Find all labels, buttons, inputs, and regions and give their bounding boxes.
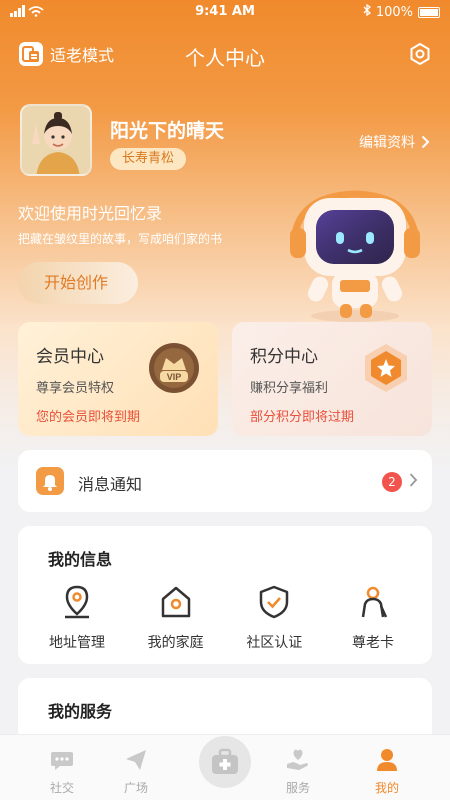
shield-check-icon	[260, 585, 289, 619]
username: 阳光下的晴天	[110, 120, 225, 142]
level-badge: 长寿青松	[110, 148, 187, 170]
my-family-item[interactable]: 我的家庭	[127, 584, 225, 652]
tab-service[interactable]: 服务	[263, 747, 333, 796]
robot-mascot-icon	[290, 190, 420, 322]
address-management-label: 地址管理	[49, 635, 105, 651]
vip-badge-text: VIP	[167, 372, 182, 382]
welcome-subtitle: 把藏在皱纹里的故事，写成咱们家的书	[18, 232, 223, 246]
tab-mine-label: 我的	[374, 781, 399, 795]
tab-square[interactable]: 广场	[101, 747, 171, 796]
tab-mine[interactable]: 我的	[352, 747, 422, 796]
points-hexagon-icon	[365, 344, 407, 392]
bell-icon	[36, 467, 64, 495]
location-pin-icon	[65, 585, 89, 619]
elder-card-item[interactable]: 尊老卡	[324, 584, 422, 652]
my-services-title: 我的服务	[48, 702, 113, 721]
notification-count-badge: 2	[382, 472, 402, 492]
tab-square-label: 广场	[123, 781, 148, 795]
chevron-right-icon	[421, 135, 430, 149]
tab-center-medical[interactable]	[199, 736, 251, 788]
notification-row[interactable]: 消息通知 2	[18, 450, 432, 512]
tab-social-label: 社交	[49, 781, 74, 795]
welcome-title: 欢迎使用时光回忆录	[18, 204, 163, 223]
elder-card-label: 尊老卡	[351, 635, 394, 651]
vip-center-card[interactable]: 会员中心 尊享会员特权 您的会员即将到期 VIP	[18, 322, 218, 436]
status-bar: 9:41 AM 100%	[0, 0, 450, 24]
battery-icon	[418, 6, 440, 18]
edit-profile-link[interactable]: 编辑资料	[359, 132, 430, 152]
tab-service-label: 服务	[285, 781, 310, 795]
community-verify-item[interactable]: 社区认证	[225, 584, 323, 652]
chevron-right-icon	[409, 473, 418, 487]
start-create-button[interactable]: 开始创作	[18, 262, 138, 304]
my-family-label: 我的家庭	[147, 635, 204, 651]
battery-percent: 100%	[375, 4, 413, 20]
home-icon	[161, 586, 190, 618]
points-center-card[interactable]: 积分中心 赚积分享福利 部分积分即将过期	[232, 322, 432, 436]
tab-social[interactable]: 社交	[27, 747, 97, 796]
my-info-title: 我的信息	[48, 550, 113, 569]
person-icon	[377, 749, 397, 771]
vip-badge-icon: VIP	[149, 343, 199, 393]
medical-kit-icon	[212, 748, 238, 774]
address-management-item[interactable]: 地址管理	[28, 584, 126, 652]
notification-label: 消息通知	[78, 475, 143, 494]
community-verify-label: 社区认证	[246, 635, 303, 651]
avatar[interactable]	[20, 104, 92, 176]
elder-card-icon	[361, 586, 388, 618]
top-bar: 适老模式 个人中心	[0, 36, 450, 76]
page-title: 个人中心	[185, 46, 265, 70]
chat-bubble-icon	[51, 752, 73, 770]
bluetooth-icon	[363, 3, 371, 20]
heart-hand-icon	[287, 749, 308, 770]
paper-plane-icon	[126, 750, 146, 770]
my-info-section: 我的信息 地址管理 我的家庭 社区认证 尊老卡	[18, 526, 432, 664]
edit-profile-label: 编辑资料	[359, 135, 415, 151]
points-card-warning: 部分积分即将过期	[250, 410, 355, 425]
vip-card-warning: 您的会员即将到期	[36, 410, 141, 425]
settings-icon[interactable]	[408, 42, 432, 66]
